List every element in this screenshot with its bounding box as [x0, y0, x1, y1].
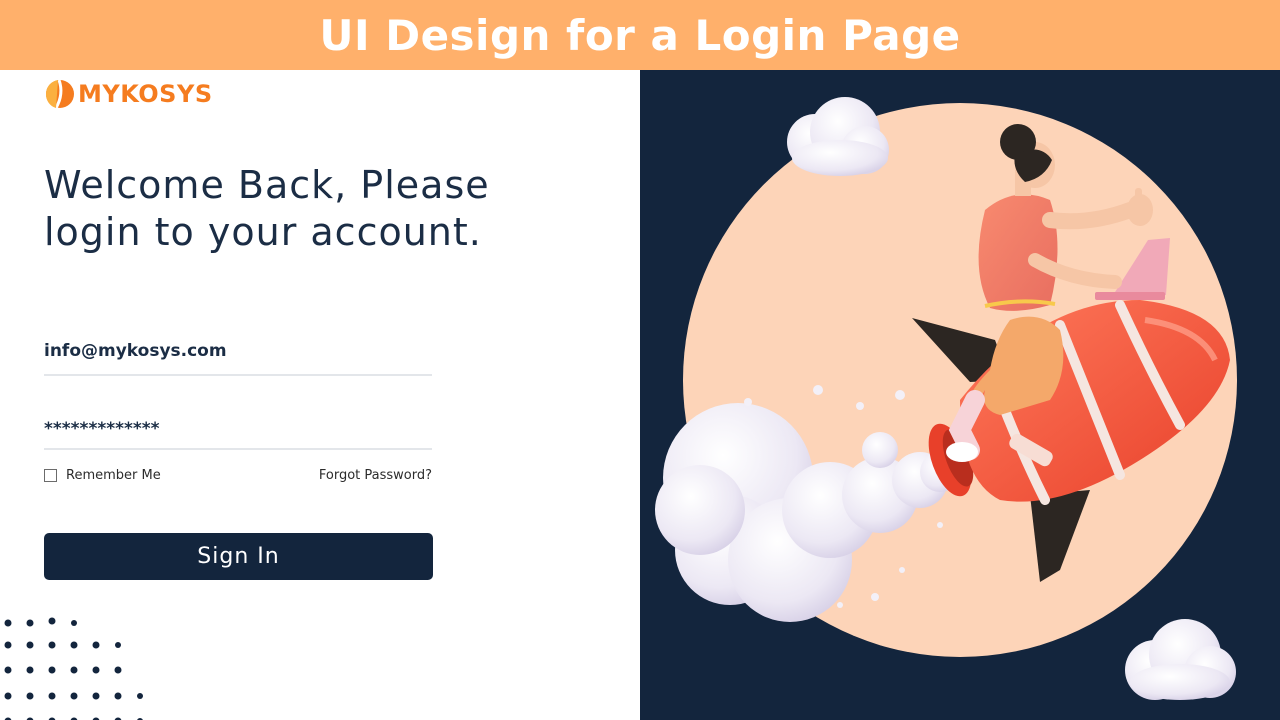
- email-input[interactable]: [44, 338, 432, 364]
- password-input[interactable]: [44, 416, 432, 442]
- login-panel: MYKOSYS Welcome Back, Please login to yo…: [0, 70, 640, 720]
- mykosys-logo-icon: [45, 79, 74, 109]
- sign-in-button[interactable]: Sign In: [44, 533, 433, 580]
- welcome-heading: Welcome Back, Please login to your accou…: [44, 162, 524, 256]
- cloud-icon-top: [787, 97, 889, 176]
- decorative-dot-pattern: [4, 617, 143, 720]
- banner-title: UI Design for a Login Page: [319, 10, 961, 60]
- brand-name: MYKOSYS: [78, 80, 213, 108]
- welcome-heading-line-1: Welcome Back, Please: [44, 163, 490, 207]
- brand-logo: MYKOSYS: [44, 78, 213, 110]
- password-field: [44, 416, 432, 450]
- remember-me[interactable]: Remember Me: [44, 468, 161, 483]
- checkbox-icon[interactable]: [44, 469, 57, 482]
- rocket-illustration: [655, 97, 1237, 700]
- page-banner: UI Design for a Login Page: [0, 0, 1280, 70]
- illustration-panel: [640, 70, 1280, 720]
- welcome-heading-line-2: login to your account.: [44, 210, 482, 254]
- remember-me-label: Remember Me: [66, 468, 161, 483]
- person-torso: [978, 194, 1058, 311]
- forgot-password-link[interactable]: Forgot Password?: [300, 468, 432, 483]
- email-field: [44, 338, 432, 376]
- cloud-icon-bottom: [1125, 619, 1236, 700]
